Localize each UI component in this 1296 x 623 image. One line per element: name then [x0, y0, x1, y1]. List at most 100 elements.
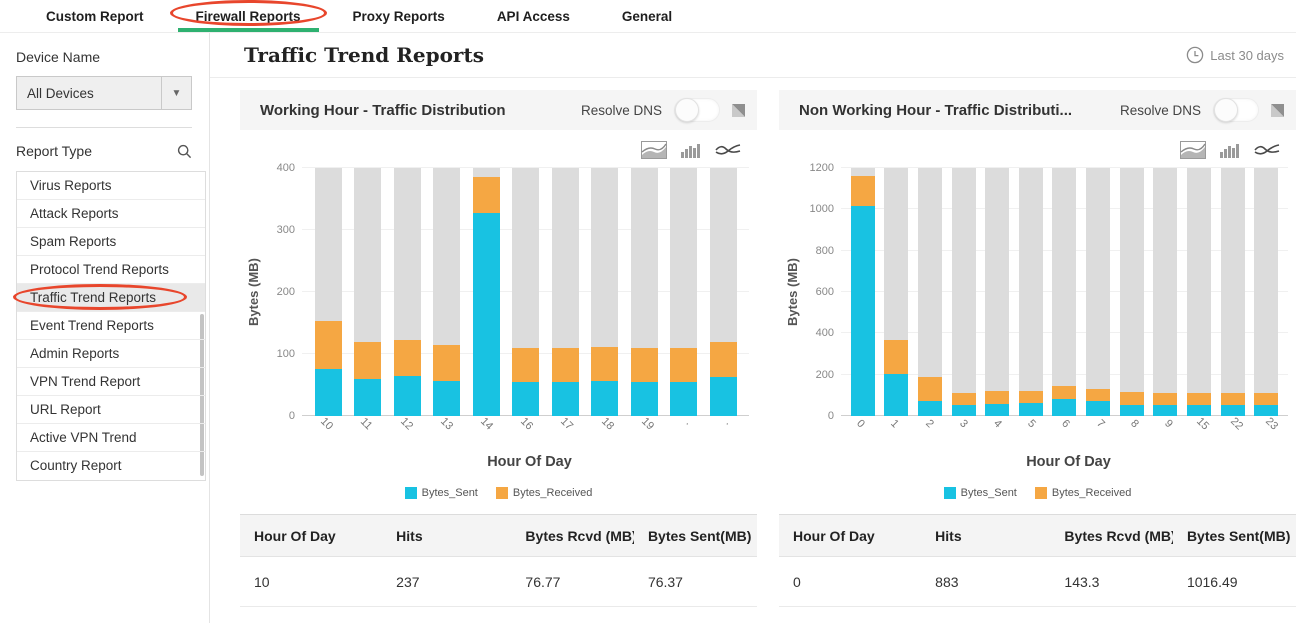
bar-hour-17[interactable]	[552, 168, 579, 416]
sidebar-item-event-trend-reports[interactable]: Event Trend Reports	[17, 312, 205, 340]
bar-hour-3[interactable]	[952, 168, 976, 416]
x-tick-label: ·	[717, 419, 744, 447]
bar-hour-13[interactable]	[433, 168, 460, 416]
x-axis-title: Hour Of Day	[841, 454, 1296, 470]
table-cell: 0	[779, 574, 921, 590]
table-header-cell: Bytes Sent(MB)	[1173, 528, 1296, 544]
table-cell: 237	[382, 574, 511, 590]
device-select[interactable]: All Devices ▼	[16, 76, 192, 110]
x-tick-label: 12	[395, 419, 422, 447]
sidebar-item-country-report[interactable]: Country Report	[17, 452, 205, 480]
table-header-cell: Bytes Rcvd (MB)	[1050, 528, 1173, 544]
segment-bytes-sent	[1254, 405, 1278, 416]
top-tab-bar: Custom Report Firewall Reports Proxy Repor…	[0, 0, 1296, 33]
bar-hour-7[interactable]	[1086, 168, 1110, 416]
sidebar-item-label: VPN Trend Report	[30, 374, 140, 389]
bar-hour-5[interactable]	[1019, 168, 1043, 416]
search-icon[interactable]	[177, 144, 192, 159]
tab-firewall-reports[interactable]: Firewall Reports	[170, 0, 327, 32]
tab-proxy-reports[interactable]: Proxy Reports	[327, 0, 471, 32]
x-tick-label: 1	[885, 419, 909, 447]
legend-bytes-received: Bytes_Received	[496, 487, 593, 499]
sidebar-divider	[16, 127, 192, 128]
active-tab-underline	[178, 28, 319, 32]
area-chart-icon[interactable]	[1180, 141, 1206, 159]
table-header-cell: Bytes Sent(MB)	[634, 528, 757, 544]
bar-track	[1221, 168, 1245, 416]
table-row[interactable]: 0883143.31016.49	[779, 557, 1296, 607]
bar-hour-1[interactable]	[884, 168, 908, 416]
segment-bytes-sent	[952, 405, 976, 416]
segment-bytes-received	[918, 377, 942, 401]
x-tick-label: 6	[1056, 419, 1080, 447]
resolve-dns-toggle[interactable]	[1213, 98, 1259, 122]
table-header-cell: Bytes Rcvd (MB)	[511, 528, 634, 544]
tab-label: Custom Report	[46, 9, 144, 24]
segment-bytes-received	[552, 348, 579, 382]
sidebar-item-traffic-trend-reports[interactable]: Traffic Trend Reports	[17, 284, 205, 312]
time-range[interactable]: Last 30 days	[1186, 46, 1284, 64]
y-tick-label: 800	[816, 245, 834, 257]
sidebar-item-admin-reports[interactable]: Admin Reports	[17, 340, 205, 368]
y-tick-label: 200	[816, 369, 834, 381]
sidebar-item-protocol-trend-reports[interactable]: Protocol Trend Reports	[17, 256, 205, 284]
bar-hour-·[interactable]	[670, 168, 697, 416]
bar-hour-10[interactable]	[315, 168, 342, 416]
bar-hour-18[interactable]	[591, 168, 618, 416]
line-chart-icon[interactable]	[715, 142, 741, 158]
sidebar-item-url-report[interactable]: URL Report	[17, 396, 205, 424]
bar-hour-0[interactable]	[851, 168, 875, 416]
bar-hour-12[interactable]	[394, 168, 421, 416]
table-header-cell: Hits	[921, 528, 1050, 544]
bar-hour-11[interactable]	[354, 168, 381, 416]
segment-bytes-sent	[354, 379, 381, 416]
bar-hour-8[interactable]	[1120, 168, 1144, 416]
bar-hour-6[interactable]	[1052, 168, 1076, 416]
table-row[interactable]: 1023776.7776.37	[240, 557, 757, 607]
x-tick-label: 2	[920, 419, 944, 447]
sidebar-item-label: Spam Reports	[30, 234, 116, 249]
sidebar-item-attack-reports[interactable]: Attack Reports	[17, 200, 205, 228]
tab-label: Proxy Reports	[353, 9, 445, 24]
bar-hour-19[interactable]	[631, 168, 658, 416]
sidebar-item-spam-reports[interactable]: Spam Reports	[17, 228, 205, 256]
sidebar-item-active-vpn-trend[interactable]: Active VPN Trend	[17, 424, 205, 452]
sidebar-item-virus-reports[interactable]: Virus Reports	[17, 172, 205, 200]
segment-bytes-received	[1153, 393, 1177, 405]
sidebar-item-label: URL Report	[30, 402, 101, 417]
bar-hour-23[interactable]	[1254, 168, 1278, 416]
table-cell: 883	[921, 574, 1050, 590]
segment-bytes-received	[1221, 393, 1245, 405]
expand-icon[interactable]	[732, 104, 745, 117]
data-table: Hour Of DayHitsBytes Rcvd (MB)Bytes Sent…	[240, 514, 757, 607]
bars-layer	[841, 168, 1288, 416]
x-tick-label: 9	[1159, 419, 1183, 447]
bar-hour-22[interactable]	[1221, 168, 1245, 416]
bar-hour-15[interactable]	[1187, 168, 1211, 416]
segment-bytes-received	[1187, 393, 1211, 405]
area-chart-icon[interactable]	[641, 141, 667, 159]
tab-api-access[interactable]: API Access	[471, 0, 596, 32]
sidebar-item-vpn-trend-report[interactable]: VPN Trend Report	[17, 368, 205, 396]
segment-bytes-sent	[591, 381, 618, 416]
bar-chart-icon[interactable]	[681, 142, 701, 158]
line-chart-icon[interactable]	[1254, 142, 1280, 158]
tab-general[interactable]: General	[596, 0, 698, 32]
bar-hour-9[interactable]	[1153, 168, 1177, 416]
table-header-row: Hour Of DayHitsBytes Rcvd (MB)Bytes Sent…	[240, 515, 757, 557]
chevron-down-icon[interactable]: ▼	[161, 77, 191, 109]
table-cell: 76.37	[634, 574, 757, 590]
panel-title: Working Hour - Traffic Distribution	[260, 102, 569, 119]
page-layout: Device Name All Devices ▼ Report Type Vi…	[0, 33, 1296, 623]
bar-chart-icon[interactable]	[1220, 142, 1240, 158]
segment-bytes-received	[1254, 393, 1278, 405]
bar-hour-16[interactable]	[512, 168, 539, 416]
resolve-dns-toggle[interactable]	[674, 98, 720, 122]
bar-hour-2[interactable]	[918, 168, 942, 416]
bar-hour-·[interactable]	[710, 168, 737, 416]
bar-hour-14[interactable]	[473, 168, 500, 416]
expand-icon[interactable]	[1271, 104, 1284, 117]
bar-hour-4[interactable]	[985, 168, 1009, 416]
tab-custom-report[interactable]: Custom Report	[20, 0, 170, 32]
table-header-row: Hour Of DayHitsBytes Rcvd (MB)Bytes Sent…	[779, 515, 1296, 557]
